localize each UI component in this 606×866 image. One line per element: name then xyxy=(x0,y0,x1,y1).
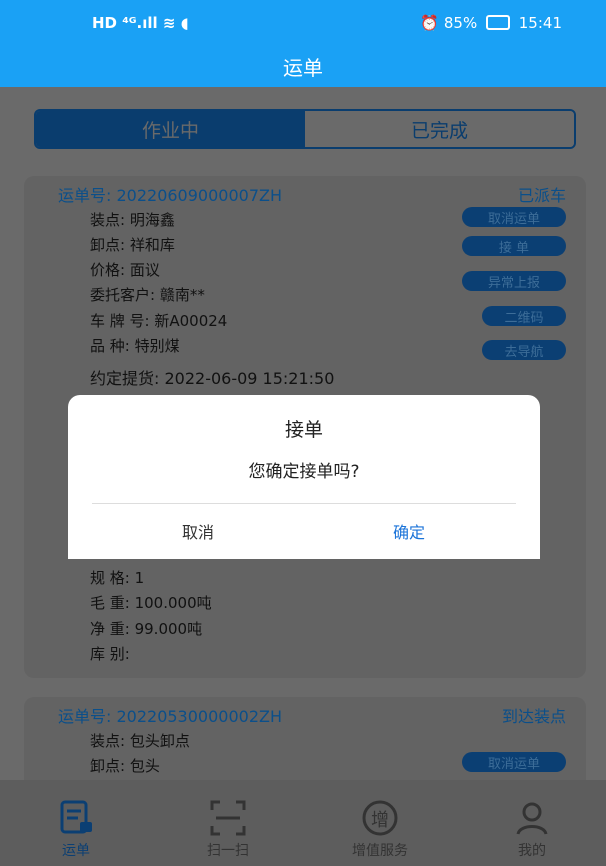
order-card[interactable]: 运单号: 20220530000002ZH 到达装点 装点: 包头卸点 卸点: … xyxy=(24,697,586,780)
field-unload-point: 卸点: 包头 xyxy=(90,757,160,775)
tab-completed[interactable]: 已完成 xyxy=(305,111,574,147)
field-pickup-time: 约定提货: 2022-06-09 15:21:50 xyxy=(90,369,335,388)
field-unload-point: 卸点: 祥和库 xyxy=(90,236,175,254)
nav-waybill[interactable]: 运单 xyxy=(26,780,126,866)
status-right: ⏰ 85% 15:41 xyxy=(420,14,562,32)
dialog-confirm-button[interactable]: 确定 xyxy=(304,519,514,543)
field-plate: 车 牌 号: 新A00024 xyxy=(90,312,228,330)
field-load-point: 装点: 明海鑫 xyxy=(90,211,175,229)
nav-profile[interactable]: 我的 xyxy=(482,780,582,866)
segment-tabs: 作业中 已完成 xyxy=(34,109,576,149)
nav-value-added[interactable]: 增 增值服务 xyxy=(330,780,430,866)
order-number: 运单号: 20220609000007ZH xyxy=(58,186,282,205)
field-load-point: 装点: 包头卸点 xyxy=(90,732,190,750)
field-client: 委托客户: 赣南** xyxy=(90,286,205,304)
status-bar: HD ⁴ᴳ.ıll ≋ ◖ ⏰ 85% 15:41 xyxy=(0,0,606,44)
nav-label: 扫一扫 xyxy=(207,843,249,859)
dialog-message: 您确定接单吗? xyxy=(248,462,360,482)
nav-label: 增值服务 xyxy=(352,843,408,859)
order-status: 已派车 xyxy=(517,186,566,205)
bottom-nav: 运单 扫一扫 增 增值服务 我的 xyxy=(0,780,606,866)
accept-order-dialog: 接单 您确定接单吗? 取消 确定 xyxy=(68,395,540,559)
accept-order-button[interactable]: 接 单 xyxy=(462,236,566,256)
clock: 15:41 xyxy=(518,14,562,32)
dialog-cancel-button[interactable]: 取消 xyxy=(68,519,328,543)
navigate-button[interactable]: 去导航 xyxy=(482,340,566,360)
field-warehouse: 库 别: xyxy=(90,645,130,663)
order-number: 运单号: 20220530000002ZH xyxy=(58,707,282,726)
field-variety: 品 种: 特别煤 xyxy=(90,337,180,355)
nav-scan[interactable]: 扫一扫 xyxy=(178,780,278,866)
field-price: 价格: 面议 xyxy=(90,261,160,279)
field-net-weight: 净 重: 99.000吨 xyxy=(90,620,203,638)
dialog-divider xyxy=(92,503,516,504)
order-status: 到达装点 xyxy=(501,707,566,726)
battery-level: 85% xyxy=(443,14,478,32)
dialog-title: 接单 xyxy=(284,419,323,441)
nav-bar: 运单 xyxy=(0,44,606,87)
profile-icon xyxy=(516,802,548,835)
scan-icon xyxy=(210,800,246,836)
report-exception-button[interactable]: 异常上报 xyxy=(462,271,566,291)
nav-label: 运单 xyxy=(62,843,90,859)
nav-label: 我的 xyxy=(518,843,546,859)
cancel-order-button[interactable]: 取消运单 xyxy=(462,207,566,227)
battery-icon xyxy=(485,15,510,30)
field-spec: 规 格: 1 xyxy=(90,569,145,587)
cancel-order-button[interactable]: 取消运单 xyxy=(462,752,566,772)
value-added-glyph: 增 xyxy=(371,810,389,831)
waybill-icon xyxy=(60,800,92,834)
page-title: 运单 xyxy=(283,56,323,80)
tab-in-progress[interactable]: 作业中 xyxy=(36,111,305,147)
field-gross-weight: 毛 重: 100.000吨 xyxy=(90,594,212,612)
qr-code-button[interactable]: 二维码 xyxy=(482,306,566,326)
network-indicators: HD ⁴ᴳ.ıll ≋ ◖ xyxy=(92,14,189,32)
alarm-icon: ⏰ xyxy=(420,14,440,32)
